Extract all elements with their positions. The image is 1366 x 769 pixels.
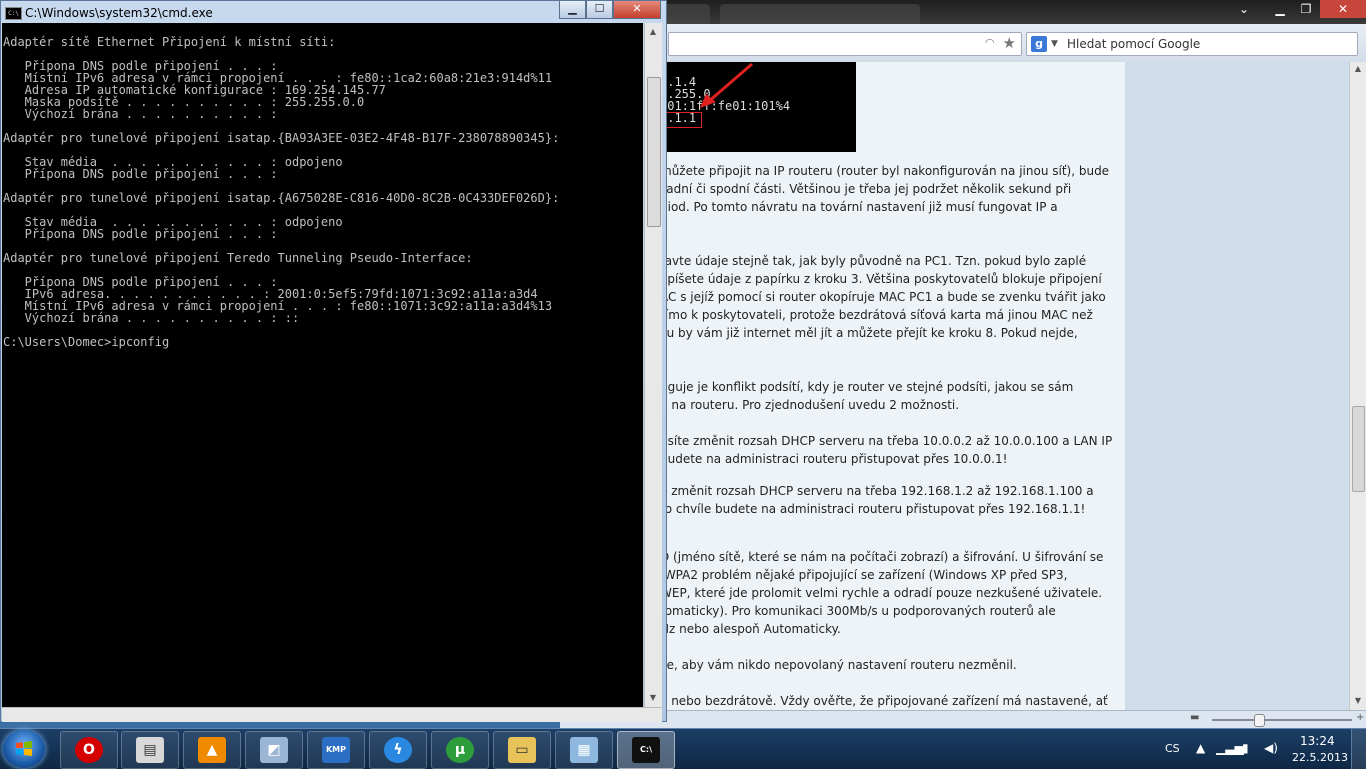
rss-icon[interactable]: ◠ [985, 37, 997, 49]
console-scrollbar[interactable]: ▲ ▼ [644, 23, 662, 707]
scroll-up-icon[interactable]: ▲ [1350, 64, 1366, 73]
scroll-down-icon[interactable]: ▼ [1350, 696, 1366, 705]
notepad-icon: ▤ [136, 737, 164, 763]
minimize-button[interactable]: ▁ [559, 1, 586, 19]
console-text: Adaptér sítě Ethernet Připojení k místní… [3, 34, 560, 349]
clock-time[interactable]: 13:24 [1300, 735, 1335, 748]
zoom-out-icon[interactable]: ▬ [1190, 712, 1199, 723]
minimize-icon[interactable]: ▁ [1266, 0, 1294, 18]
file-explorer-icon: ▭ [508, 737, 536, 763]
browser-toolbar: ◠ ★ g ▼ Hledat pomocí Google [560, 24, 1366, 63]
red-arrow-icon [700, 62, 753, 108]
maximize-button[interactable]: ☐ [586, 1, 613, 19]
browser-statusbar: ▬ + [560, 710, 1366, 729]
article-paragraph: D (jméno sítě, které se nám na počítači … [660, 550, 1104, 636]
cmd-icon: C:\ [632, 737, 660, 763]
scroll-up-icon[interactable]: ▲ [645, 27, 661, 36]
browser-window: ⌄ ▁ ❐ ✕ ◠ ★ g ▼ Hledat pomocí Google 3.1… [520, 0, 1366, 729]
flash-app-icon: ϟ [384, 737, 412, 763]
scroll-down-icon[interactable]: ▼ [645, 693, 661, 702]
article-paragraph: usíte změnit rozsah DHCP serveru na třeb… [660, 434, 1113, 466]
cmd-window: C:\ C:\Windows\system32\cmd.exe ▁ ☐ ✕ Ad… [0, 0, 667, 722]
article-paragraph: nguje je konflikt podsítí, kdy je router… [660, 380, 1074, 412]
zoom-slider-knob[interactable] [1254, 714, 1265, 727]
kmplayer-icon: KMP [322, 737, 350, 763]
bookmark-star-icon[interactable]: ★ [1003, 34, 1016, 52]
zoom-in-icon[interactable]: + [1356, 712, 1364, 723]
taskbar-vlc[interactable]: ▲ [183, 731, 241, 769]
page-scroll-thumb[interactable] [1352, 406, 1365, 492]
article-screenshot: 3.1.4 5.255.0 201:1ff:fe01:101%4 3.1.1 [660, 62, 856, 152]
start-button[interactable] [3, 730, 45, 768]
close-icon[interactable]: ✕ [1320, 0, 1366, 18]
utorrent-icon: µ [446, 737, 474, 763]
browser-titlebar: ⌄ ▁ ❐ ✕ [520, 0, 1366, 24]
article-paragraph: můžete připojit na IP routeru (router by… [660, 164, 1110, 214]
volume-icon[interactable]: ◀) [1264, 741, 1278, 755]
article-paragraph: e změnit rozsah DHCP serveru na třeba 19… [660, 484, 1094, 516]
taskbar-utorrent[interactable]: µ [431, 731, 489, 769]
window-title: C:\Windows\system32\cmd.exe [25, 6, 213, 20]
google-icon[interactable]: g [1031, 36, 1047, 52]
show-desktop-button[interactable] [1351, 729, 1366, 769]
article-paragraph: é nebo bezdrátově. Vždy ověřte, že připo… [660, 694, 1108, 708]
language-indicator[interactable]: CS [1165, 742, 1180, 755]
battery-icon[interactable]: ▮ [1242, 741, 1249, 755]
zoom-slider[interactable] [1212, 719, 1352, 721]
search-placeholder[interactable]: Hledat pomocí Google [1067, 33, 1200, 55]
article-paragraph: ce, aby vám nikdo nepovolaný nastavení r… [660, 658, 1017, 672]
console-scroll-thumb[interactable] [647, 77, 661, 227]
article-paragraph: tavte údaje stejně tak, jak byly původně… [660, 254, 1106, 340]
taskbar-flash-app[interactable]: ϟ [369, 731, 427, 769]
network-tool-icon: ◩ [260, 737, 288, 763]
vlc-icon: ▲ [198, 737, 226, 763]
caret-down-icon[interactable]: ⌄ [1230, 0, 1258, 18]
control-panel-icon: ▦ [570, 737, 598, 763]
page-scrollbar[interactable]: ▲ ▼ [1349, 62, 1366, 710]
chevron-down-icon[interactable]: ▼ [1051, 36, 1058, 52]
browser-tab[interactable] [720, 4, 920, 24]
cmd-app-icon[interactable]: C:\ [5, 7, 22, 20]
taskbar-cmd[interactable]: C:\ [617, 731, 675, 769]
close-button[interactable]: ✕ [613, 1, 661, 19]
taskbar-network-tool[interactable]: ◩ [245, 731, 303, 769]
signal-icon[interactable]: ▁▃▅ [1216, 741, 1244, 755]
search-bar[interactable]: g ▼ Hledat pomocí Google [1026, 32, 1358, 56]
windows-logo-icon [16, 741, 32, 756]
console-output[interactable]: Adaptér sítě Ethernet Připojení k místní… [2, 23, 643, 707]
article-column: 3.1.4 5.255.0 201:1ff:fe01:101%4 3.1.1 může… [660, 62, 1125, 710]
taskbar-notepad[interactable]: ▤ [121, 731, 179, 769]
taskbar-kmplayer[interactable]: KMP [307, 731, 365, 769]
taskbar: O ▤ ▲ ◩ KMP ϟ µ ▭ ▦ C:\ CS ▲ ▁▃▅ ▮ ◀) 13:24 22.5.… [0, 728, 1366, 769]
tray-arrow-icon[interactable]: ▲ [1196, 741, 1205, 755]
opera-icon: O [75, 737, 103, 763]
address-bar[interactable]: ◠ ★ [668, 32, 1022, 56]
clock-date[interactable]: 22.5.2013 [1292, 751, 1348, 764]
taskbar-file-explorer[interactable]: ▭ [493, 731, 551, 769]
taskbar-opera[interactable]: O [60, 731, 118, 769]
resize-grip[interactable] [2, 707, 662, 722]
taskbar-control-panel[interactable]: ▦ [555, 731, 613, 769]
restore-icon[interactable]: ❐ [1292, 0, 1320, 18]
web-page: 3.1.4 5.255.0 201:1ff:fe01:101%4 3.1.1 může… [560, 62, 1350, 710]
